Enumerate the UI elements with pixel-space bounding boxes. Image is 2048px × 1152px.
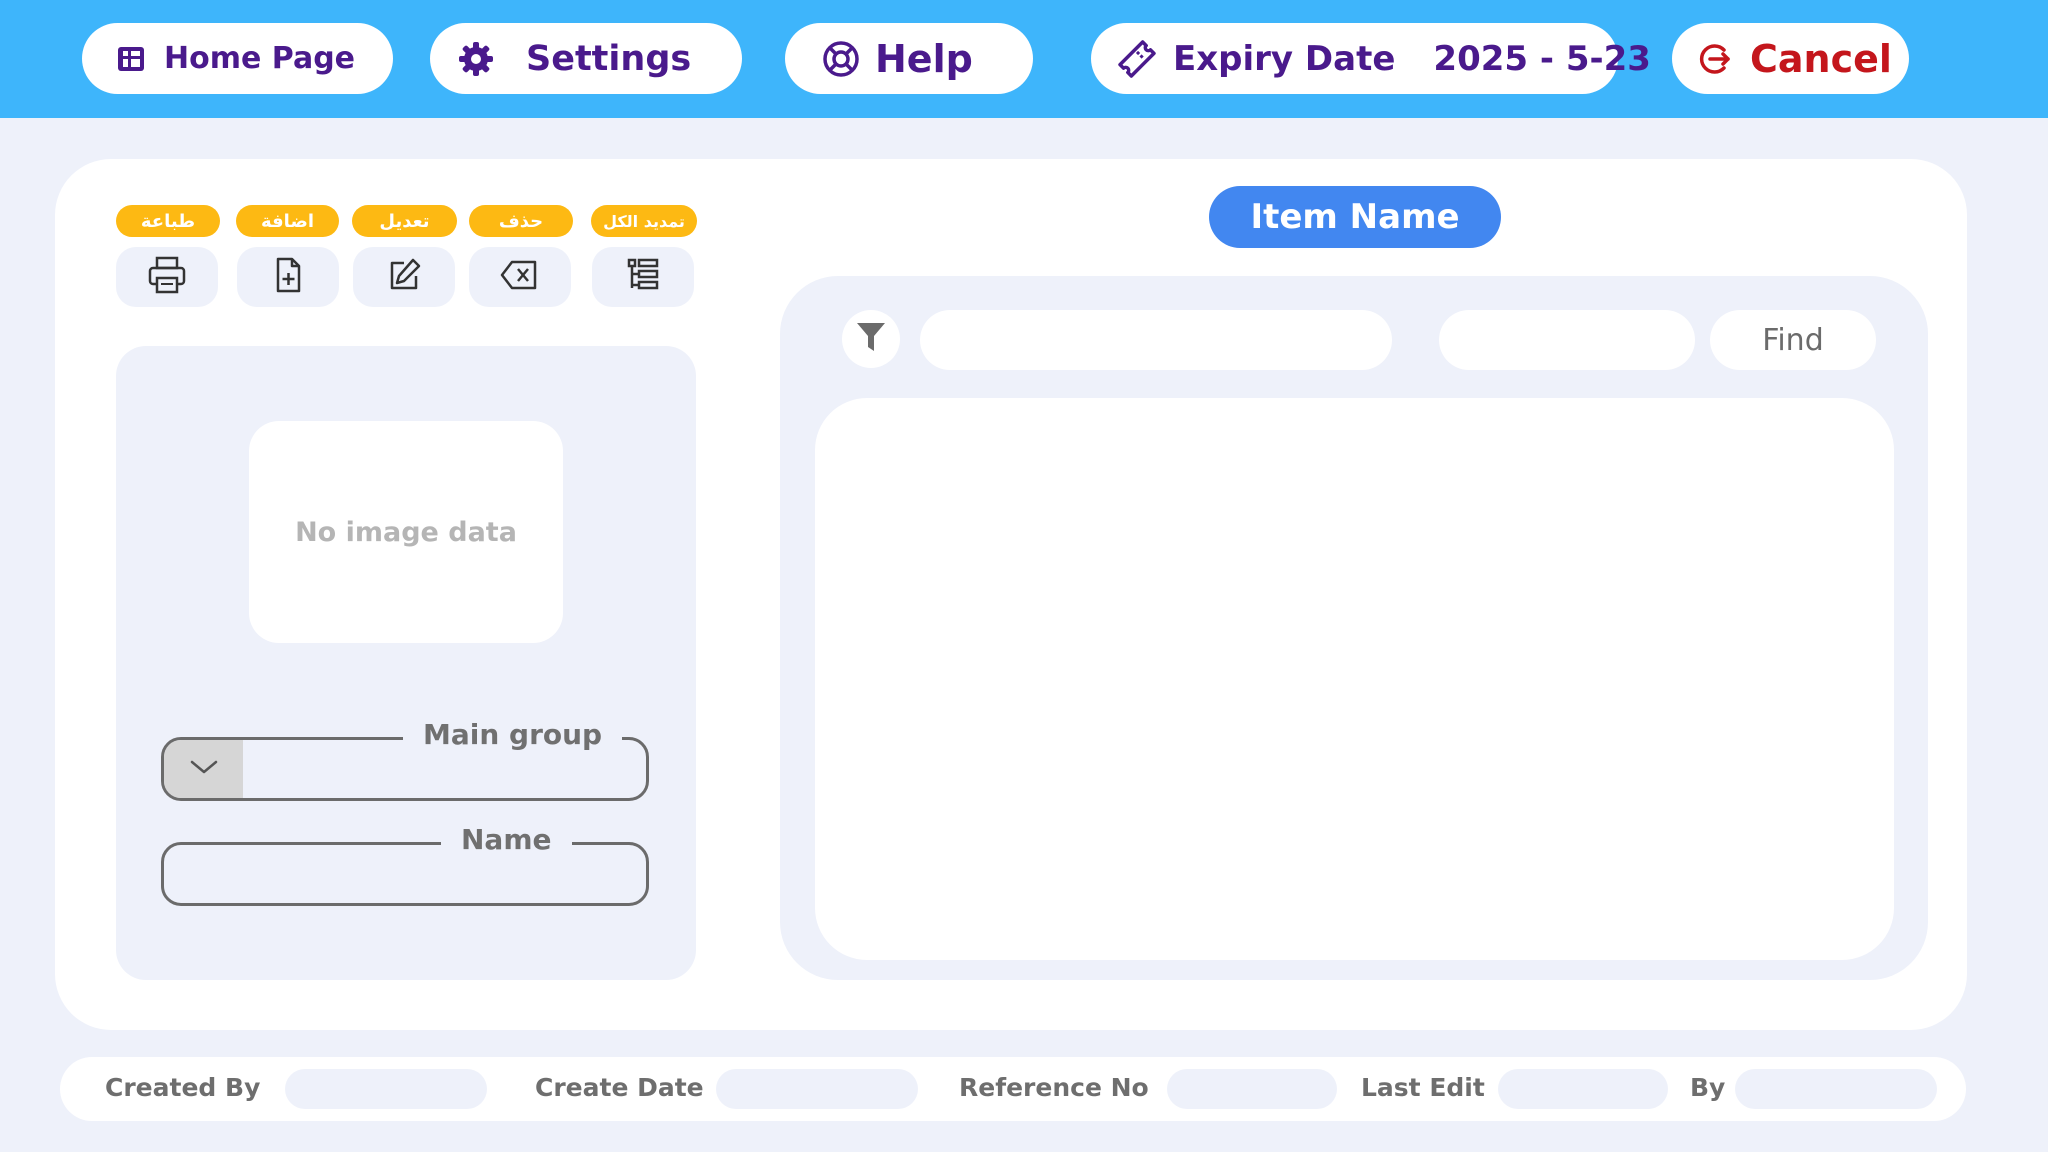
lifebuoy-icon [821, 39, 861, 79]
help-button[interactable]: Help [785, 23, 1033, 94]
name-field[interactable]: Name [161, 823, 649, 906]
backspace-icon [499, 255, 541, 299]
expiry-date-label: Expiry Date [1173, 38, 1396, 79]
main-group-dropdown-button[interactable] [164, 740, 243, 798]
chevron-down-icon [189, 759, 219, 779]
select-all-button[interactable] [592, 247, 694, 307]
home-page-label: Home Page [164, 41, 356, 76]
results-area[interactable] [815, 398, 1894, 960]
expiry-date-value: 2025 - 5-23 [1433, 38, 1651, 79]
file-add-icon [268, 255, 308, 299]
add-label: اضافة [236, 205, 339, 237]
add-button[interactable] [237, 247, 339, 307]
settings-button[interactable]: Settings [430, 23, 742, 94]
edit-label: تعديل [352, 205, 457, 237]
home-grid-icon [116, 44, 146, 74]
printer-icon [146, 254, 188, 300]
item-image-placeholder[interactable]: No image data [249, 421, 563, 643]
create-date-label: Create Date [535, 1073, 704, 1102]
expiry-date-button[interactable]: Expiry Date 2025 - 5-23 [1091, 23, 1651, 94]
reference-no-label: Reference No [959, 1073, 1149, 1102]
print-button[interactable] [116, 247, 218, 307]
main-group-label: Main group [403, 718, 623, 751]
no-image-text: No image data [295, 516, 517, 548]
ticket-icon [1115, 37, 1159, 81]
delete-button[interactable] [469, 247, 571, 307]
reference-no-value [1167, 1069, 1337, 1109]
filter-button[interactable] [842, 310, 900, 368]
create-date-value [716, 1069, 918, 1109]
search-secondary-input[interactable] [1439, 310, 1695, 370]
settings-label: Settings [526, 38, 692, 79]
last-edit-label: Last Edit [1361, 1073, 1485, 1102]
gear-icon [456, 39, 496, 79]
top-bar: Home Page Settings Help Expiry Date 2025… [0, 0, 2048, 118]
find-label: Find [1762, 322, 1824, 358]
print-label: طباعة [116, 205, 220, 237]
edit-button[interactable] [353, 247, 455, 307]
logout-icon [1694, 39, 1734, 79]
main-group-select[interactable]: Main group [161, 718, 649, 801]
last-edit-value [1498, 1069, 1668, 1109]
by-value [1735, 1069, 1937, 1109]
cancel-label: Cancel [1750, 36, 1892, 81]
find-button[interactable]: Find [1710, 310, 1876, 370]
filter-icon [855, 320, 887, 358]
created-by-label: Created By [105, 1073, 261, 1102]
cancel-button[interactable]: Cancel [1672, 23, 1909, 94]
name-label: Name [441, 823, 572, 856]
by-label: By [1690, 1073, 1726, 1102]
item-name-label: Item Name [1250, 197, 1460, 237]
select-all-label: تمديد الكل [591, 205, 697, 237]
created-by-value [285, 1069, 487, 1109]
help-label: Help [875, 36, 973, 81]
item-name-button[interactable]: Item Name [1209, 186, 1501, 248]
home-page-button[interactable]: Home Page [82, 23, 393, 94]
search-input[interactable] [920, 310, 1392, 370]
edit-icon [384, 255, 424, 299]
list-tree-icon [623, 255, 663, 299]
delete-label: حذف [469, 205, 573, 237]
